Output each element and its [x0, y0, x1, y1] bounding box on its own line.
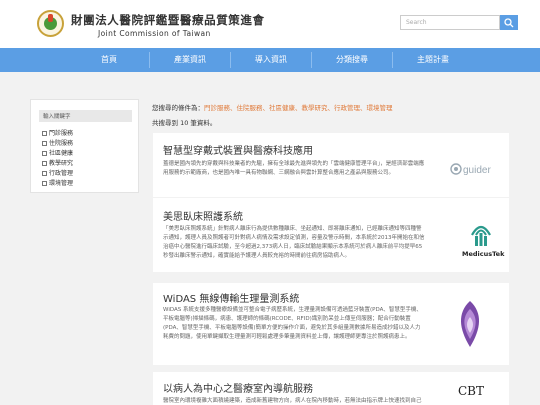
cbt-logo-icon[interactable]: CBT: [458, 384, 484, 398]
org-title[interactable]: 財團法人醫院評鑑暨醫療品質策進會: [71, 12, 265, 28]
checkbox-icon[interactable]: [42, 181, 47, 186]
search-conditions: 您搜尋的條件為：門診服務、住院服務、社區健康、教學研究、行政管理、環境管理: [152, 104, 393, 112]
card-title[interactable]: 智慧型穿戴式裝置與醫療科技應用: [163, 142, 313, 157]
site-header: 財團法人醫院評鑑暨醫療品質策進會 Joint Commission of Tai…: [0, 0, 540, 48]
result-card[interactable]: 美思臥床照護系統 「美思臥床照護系統」針對病人離床行為提供數種離床、坐起通知、即…: [153, 198, 509, 272]
nav-item-category-search[interactable]: 分類搜尋: [312, 48, 392, 72]
result-card[interactable]: 以病人為中心之醫療室內導航服務 醫院室內環境複雜大面積繞建築，造成新舊建物方向，…: [153, 372, 509, 405]
guider-logo-icon[interactable]: guider: [449, 153, 495, 183]
main-nav: 首頁 產業資訊 導入資訊 分類搜尋 主題計畫: [0, 48, 540, 72]
result-card[interactable]: WiDAS 無線傳輸生理量測系統 WiDAS 系統支援多種醫療設備並可整合電子病…: [153, 283, 509, 365]
checkbox-icon[interactable]: [42, 141, 47, 146]
card-description: 蓋德是國內領先的穿戴與科技業者的先驅，擁有全球最先進與領先的「雲端健康管理平台」…: [163, 161, 425, 176]
search-button[interactable]: [500, 15, 518, 30]
filter-teaching-research[interactable]: 教學研究: [42, 158, 73, 167]
card-title[interactable]: WiDAS 無線傳輸生理量測系統: [163, 290, 299, 305]
jct-logo-icon[interactable]: [37, 10, 64, 37]
checkbox-icon[interactable]: [42, 131, 47, 136]
filter-inpatient[interactable]: 住院服務: [42, 138, 73, 147]
svg-text:guider: guider: [463, 165, 491, 176]
checkbox-icon[interactable]: [42, 151, 47, 156]
card-description: WiDAS 系統支援多種醫療設備並可整合電子病歷系統，生理量測設備可透過藍牙裝置…: [163, 307, 422, 340]
result-count: 共搜尋到 10 筆資料。: [152, 119, 217, 127]
nav-item-industry-info[interactable]: 產業資訊: [150, 48, 230, 72]
medicustek-logo-icon[interactable]: [470, 221, 492, 247]
checkbox-icon[interactable]: [42, 161, 47, 166]
filter-environment[interactable]: 環境管理: [42, 178, 73, 187]
org-subtitle: Joint Commission of Taiwan: [98, 29, 211, 38]
keyword-input[interactable]: 輸入關鍵字: [39, 110, 132, 122]
filter-outpatient[interactable]: 門診服務: [42, 128, 73, 137]
checkbox-icon[interactable]: [42, 171, 47, 176]
nav-item-home[interactable]: 首頁: [69, 48, 149, 72]
filter-community-health[interactable]: 社區健康: [42, 148, 73, 157]
card-title[interactable]: 美思臥床照護系統: [163, 208, 243, 223]
widas-logo-icon[interactable]: [453, 299, 487, 349]
result-card[interactable]: 智慧型穿戴式裝置與醫療科技應用 蓋德是國內領先的穿戴與科技業者的先驅，擁有全球最…: [153, 133, 509, 197]
filter-administration[interactable]: 行政管理: [42, 168, 73, 177]
search-input[interactable]: Search: [400, 15, 500, 30]
card-description: 「美思臥床照護系統」針對病人離床行為提供數種離床、坐起通知、即將離床通知，已經離…: [163, 226, 425, 259]
card-description: 醫院室內環境複雜大面積繞建築，造成新舊建物方向，病人在院內移動時，若無法由指示牌…: [163, 398, 422, 404]
search-conditions-values: 門診服務、住院服務、社區健康、教學研究、行政管理、環境管理: [204, 104, 393, 112]
search-icon: [504, 18, 514, 28]
nav-item-theme-projects[interactable]: 主題計畫: [393, 48, 473, 72]
filter-sidebar: 輸入關鍵字 門診服務 住院服務 社區健康 教學研究 行政管理 環境管理: [30, 99, 139, 193]
medicustek-logo-text: MedicusTek: [462, 250, 505, 258]
nav-item-adoption-info[interactable]: 導入資訊: [231, 48, 311, 72]
card-title[interactable]: 以病人為中心之醫療室內導航服務: [163, 380, 313, 395]
